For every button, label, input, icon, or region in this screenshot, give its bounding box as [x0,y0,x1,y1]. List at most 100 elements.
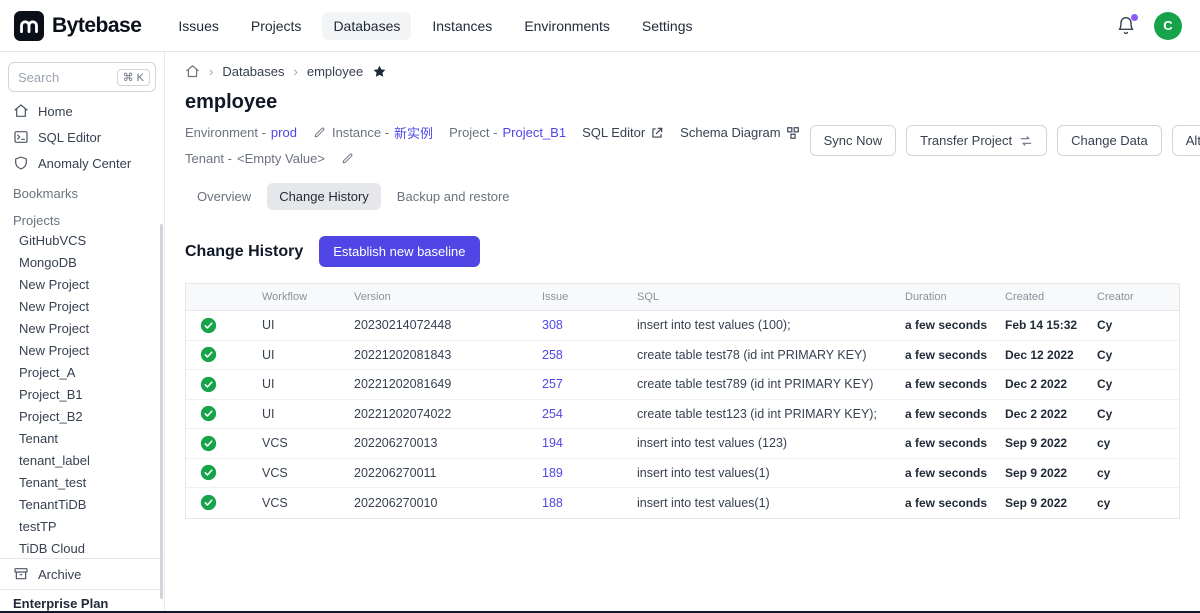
project-label: Project - [449,125,497,140]
sidebar-item-label: SQL Editor [38,130,101,145]
table-row[interactable]: VCS202206270013194insert into test value… [186,429,1179,459]
table-row[interactable]: UI20230214072448308insert into test valu… [186,311,1179,341]
sidebar-project-item[interactable]: New Project [0,318,164,340]
table-header-cell: Created [1001,291,1093,303]
issue-link[interactable]: 308 [538,318,633,332]
sidebar-project-item[interactable]: New Project [0,274,164,296]
tenant-meta: Tenant - <Empty Value> [185,151,325,166]
breadcrumb-home-icon[interactable] [185,64,200,79]
table-row[interactable]: UI20221202081649257create table test789 … [186,370,1179,400]
sql-cell: create table test123 (id int PRIMARY KEY… [633,407,901,421]
environment-link[interactable]: prod [271,125,297,140]
nav-item-settings[interactable]: Settings [631,12,704,40]
page-title: employee [185,91,1180,114]
sidebar-project-item[interactable]: tenant_label [0,450,164,472]
nav-item-projects[interactable]: Projects [240,12,313,40]
table-row[interactable]: UI20221202081843258create table test78 (… [186,341,1179,371]
duration-cell: a few seconds [901,496,1001,510]
issue-link[interactable]: 258 [538,348,633,362]
sidebar-project-item[interactable]: Tenant [0,428,164,450]
tab-overview[interactable]: Overview [185,183,263,210]
breadcrumb-databases[interactable]: Databases [222,64,284,79]
nav-item-databases[interactable]: Databases [322,12,411,40]
breadcrumb-separator: › [294,64,298,79]
issue-link[interactable]: 254 [538,407,633,421]
sidebar-project-item[interactable]: testTP [0,516,164,538]
sidebar-item-home[interactable]: Home [0,98,164,124]
schema-diagram-shortcut[interactable]: Schema Diagram [680,125,799,140]
change-history-table: WorkflowVersionIssueSQLDurationCreatedCr… [185,283,1180,519]
sidebar-project-item[interactable]: MongoDB [0,252,164,274]
sql-editor-label: SQL Editor [582,125,645,140]
table-row[interactable]: UI20221202074022254create table test123 … [186,400,1179,430]
table-row[interactable]: VCS202206270011189insert into test value… [186,459,1179,489]
issue-link[interactable]: 188 [538,496,633,510]
tab-backup-and-restore[interactable]: Backup and restore [385,183,522,210]
sidebar-project-item[interactable]: New Project [0,296,164,318]
nav-item-instances[interactable]: Instances [421,12,503,40]
instance-link[interactable]: 新实例 [394,123,433,142]
home-icon [13,103,29,119]
sidebar-project-item[interactable]: TiDB Cloud [0,538,164,558]
sql-editor-icon [13,129,29,145]
edit-pencil-icon[interactable] [313,126,326,139]
issue-link[interactable]: 257 [538,377,633,391]
sidebar-item-archive[interactable]: Archive [0,558,164,589]
transfer-project-button[interactable]: Transfer Project [906,125,1047,156]
issue-link[interactable]: 189 [538,466,633,480]
sidebar-item-label: Anomaly Center [38,156,131,171]
search-input[interactable]: Search ⌘ K [8,62,156,92]
duration-cell: a few seconds [901,318,1001,332]
issue-link[interactable]: 194 [538,436,633,450]
sidebar-item-sql-editor[interactable]: SQL Editor [0,124,164,150]
user-avatar[interactable]: C [1154,12,1182,40]
archive-icon [13,566,29,582]
project-link[interactable]: Project_B1 [502,125,566,140]
sidebar-project-item[interactable]: Project_B2 [0,406,164,428]
sql-editor-shortcut[interactable]: SQL Editor [582,125,664,140]
shield-icon [13,155,29,171]
success-check-icon [200,317,217,334]
notifications-button[interactable] [1116,16,1136,36]
sql-cell: create table test789 (id int PRIMARY KEY… [633,377,901,391]
row-status-cell [186,435,258,452]
nav-item-environments[interactable]: Environments [513,12,621,40]
table-row[interactable]: VCS202206270010188insert into test value… [186,488,1179,518]
row-status-cell [186,317,258,334]
sidebar-item-anomaly-center[interactable]: Anomaly Center [0,150,164,176]
sidebar-item-label: Archive [38,567,81,582]
sync-now-button[interactable]: Sync Now [810,125,897,156]
breadcrumb-separator: › [209,64,213,79]
sidebar-project-item[interactable]: Project_A [0,362,164,384]
favorite-star-icon[interactable] [372,64,387,79]
edit-tenant-pencil-icon[interactable] [341,152,354,165]
bytebase-logo-icon [14,11,44,41]
sidebar-project-item[interactable]: Tenant_test [0,472,164,494]
database-meta: Environment - prod Instance - 新实例 Projec… [185,123,810,175]
tab-change-history[interactable]: Change History [267,183,381,210]
sidebar-project-item[interactable]: New Project [0,340,164,362]
version-cell: 20221202081843 [350,348,538,362]
plan-label: Enterprise Plan [0,589,164,613]
workflow-cell: VCS [258,496,350,510]
tenant-value: <Empty Value> [237,151,325,166]
nav-item-issues[interactable]: Issues [167,12,229,40]
change-data-button[interactable]: Change Data [1057,125,1162,156]
row-status-cell [186,376,258,393]
alter-schema-button[interactable]: Alter Schema [1172,125,1200,156]
sidebar-project-item[interactable]: GitHubVCS [0,230,164,252]
sidebar-project-item[interactable]: TenantTiDB [0,494,164,516]
meta-line-1: Environment - prod Instance - 新实例 Projec… [185,123,810,142]
bytebase-logo[interactable]: Bytebase [14,11,141,41]
creator-cell: Cy [1093,407,1179,421]
breadcrumb-employee[interactable]: employee [307,64,363,79]
success-check-icon [200,405,217,422]
instance-meta: Instance - 新实例 [332,123,433,142]
table-header-cell: Creator [1093,291,1179,303]
creator-cell: Cy [1093,348,1179,362]
schema-diagram-label: Schema Diagram [680,125,780,140]
sidebar-project-item[interactable]: Project_B1 [0,384,164,406]
sidebar-scrollbar[interactable] [160,224,163,599]
created-cell: Feb 14 15:32 [1001,318,1093,332]
establish-baseline-button[interactable]: Establish new baseline [319,236,479,267]
